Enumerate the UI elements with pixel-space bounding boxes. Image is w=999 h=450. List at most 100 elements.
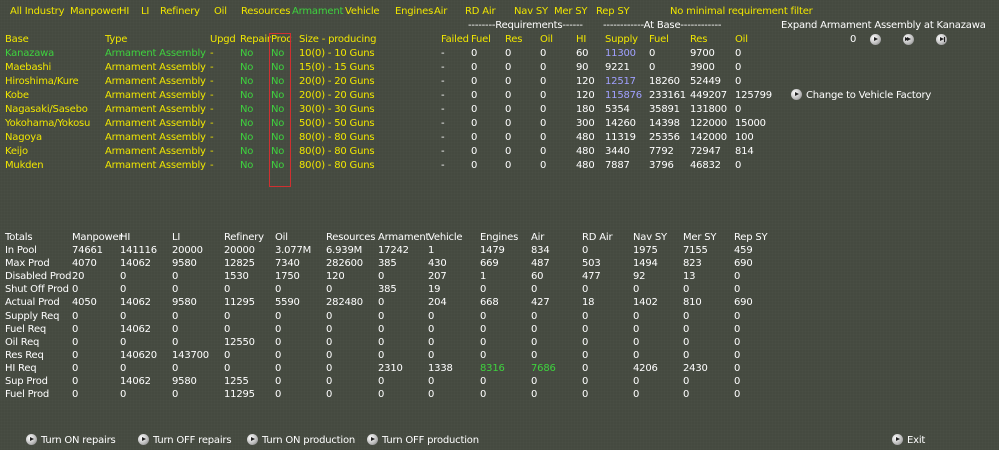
row-1-bres: 3900 <box>690 62 715 73</box>
totals-row-label-actual-prod: Actual Prod <box>5 297 60 309</box>
row-0-repair[interactable]: No <box>240 48 253 60</box>
totals-cell-4-3: 11295 <box>224 297 255 309</box>
tab-refinery[interactable]: Refinery <box>160 6 200 18</box>
row-7-repair[interactable]: No <box>240 146 253 158</box>
bottom-button-turn-off-production[interactable]: Turn OFF production <box>367 434 479 447</box>
totals-cell-7-5: 0 <box>326 336 333 348</box>
totals-cell-2-3: 1530 <box>224 271 249 283</box>
totals-cell-3-9: 0 <box>531 284 538 296</box>
totals-cell-3-13: 0 <box>734 284 741 296</box>
row-5-base[interactable]: Yokohama/Yokosu <box>5 118 90 130</box>
arrow-button-icon <box>367 434 378 445</box>
tab-rep-sy[interactable]: Rep SY <box>596 6 630 18</box>
tab-air[interactable]: Air <box>434 6 447 18</box>
row-4-fuel: 0 <box>471 104 478 115</box>
totals-cell-7-13: 0 <box>734 336 741 348</box>
row-3-base[interactable]: Kobe <box>5 90 29 102</box>
totals-cell-10-4: 0 <box>275 376 282 387</box>
row-8-failed: - <box>441 160 445 171</box>
tab-resources[interactable]: Resources <box>241 6 290 18</box>
tab-all-industry[interactable]: All Industry <box>10 6 65 18</box>
row-8-base[interactable]: Mukden <box>5 160 44 172</box>
totals-cell-9-9: 7686 <box>531 362 556 374</box>
totals-cell-0-8: 1479 <box>480 245 505 256</box>
increment-icon[interactable] <box>870 34 881 45</box>
tab-li[interactable]: LI <box>141 6 149 18</box>
totals-cell-10-1: 14062 <box>120 376 151 387</box>
row-0-base[interactable]: Kanazawa <box>5 48 54 60</box>
max-increment-icon[interactable] <box>935 34 947 45</box>
totals-cell-1-0: 4070 <box>72 258 97 270</box>
totals-cell-3-12: 0 <box>683 284 690 296</box>
row-4-res: 0 <box>505 104 512 115</box>
requirements-group-header: --------Requirements------ <box>468 20 583 31</box>
totals-cell-2-0: 20 <box>72 271 85 283</box>
row-7-base[interactable]: Keijo <box>5 146 28 158</box>
totals-cell-5-13: 0 <box>734 310 741 322</box>
totals-cell-8-2: 143700 <box>172 349 209 361</box>
row-2-oil: 0 <box>540 76 547 87</box>
tab-engines[interactable]: Engines <box>395 6 433 18</box>
row-1-repair[interactable]: No <box>240 62 253 74</box>
totals-header-totals: Totals <box>5 232 33 243</box>
totals-cell-7-8: 0 <box>480 336 487 348</box>
change-factory-label: Change to Vehicle Factory <box>806 90 932 101</box>
bottom-button-turn-on-production[interactable]: Turn ON production <box>247 434 355 447</box>
row-1-base[interactable]: Maebashi <box>5 62 51 74</box>
row-2-type: Armament Assembly <box>105 76 206 87</box>
totals-cell-3-6: 385 <box>378 284 397 296</box>
totals-cell-0-3: 20000 <box>224 245 255 256</box>
totals-header-engines: Engines <box>480 232 519 243</box>
tab-mer-sy[interactable]: Mer SY <box>554 6 588 18</box>
tab-no-minimal-requirement-filter[interactable]: No minimal requirement filter <box>670 6 813 18</box>
row-3-repair[interactable]: No <box>240 90 253 102</box>
row-3-type: Armament Assembly <box>105 90 206 101</box>
tab-manpower[interactable]: Manpower <box>70 6 121 18</box>
row-3-hi: 120 <box>576 90 595 101</box>
fast-increment-icon[interactable] <box>902 34 914 45</box>
totals-cell-8-9: 0 <box>531 349 538 361</box>
row-6-base[interactable]: Nagoya <box>5 132 42 144</box>
totals-cell-5-5: 0 <box>326 310 333 322</box>
totals-cell-6-12: 0 <box>683 323 690 335</box>
totals-cell-4-0: 4050 <box>72 297 97 309</box>
row-6-oil: 0 <box>540 132 547 143</box>
column-header-oil: Oil <box>540 34 553 45</box>
bottom-button-turn-on-repairs[interactable]: Turn ON repairs <box>26 434 116 447</box>
row-8-bres: 46832 <box>690 160 721 171</box>
totals-cell-5-4: 0 <box>275 310 282 322</box>
row-4-bres: 131800 <box>690 104 727 115</box>
tab-rd-air[interactable]: RD Air <box>465 6 496 18</box>
totals-cell-6-1: 14062 <box>120 323 151 335</box>
bottom-button-label: Turn OFF production <box>382 435 479 446</box>
tab-nav-sy[interactable]: Nav SY <box>514 6 548 18</box>
totals-cell-0-7: 1 <box>428 245 435 256</box>
totals-cell-4-4: 5590 <box>275 297 300 309</box>
tab-oil[interactable]: Oil <box>214 6 227 18</box>
totals-cell-10-10: 0 <box>582 376 589 387</box>
tab-hi[interactable]: HI <box>119 6 129 18</box>
totals-cell-8-0: 0 <box>72 349 79 361</box>
row-2-base[interactable]: Hiroshima/Kure <box>5 76 79 88</box>
row-5-repair[interactable]: No <box>240 118 253 130</box>
totals-header-mer-sy: Mer SY <box>683 232 717 243</box>
row-4-repair[interactable]: No <box>240 104 253 116</box>
row-6-repair[interactable]: No <box>240 132 253 144</box>
totals-cell-5-7: 0 <box>428 310 435 322</box>
totals-cell-7-12: 0 <box>683 336 690 348</box>
totals-cell-10-11: 0 <box>633 376 640 387</box>
row-1-upgd: - <box>210 62 214 73</box>
totals-cell-5-10: 0 <box>582 310 589 322</box>
change-factory-button[interactable]: Change to Vehicle Factory <box>791 89 931 102</box>
row-2-repair[interactable]: No <box>240 76 253 88</box>
bottom-button-turn-off-repairs[interactable]: Turn OFF repairs <box>138 434 232 447</box>
tab-armament[interactable]: Armament <box>292 6 343 18</box>
column-header-type: Type <box>105 34 128 45</box>
row-1-size: 15(0) - 15 Guns <box>299 62 375 73</box>
exit-button[interactable]: Exit <box>892 434 925 447</box>
tab-vehicle[interactable]: Vehicle <box>345 6 380 18</box>
row-8-repair[interactable]: No <box>240 160 253 172</box>
totals-cell-9-10: 0 <box>582 362 589 374</box>
totals-cell-10-6: 0 <box>378 376 385 387</box>
row-4-base[interactable]: Nagasaki/Sasebo <box>5 104 88 116</box>
